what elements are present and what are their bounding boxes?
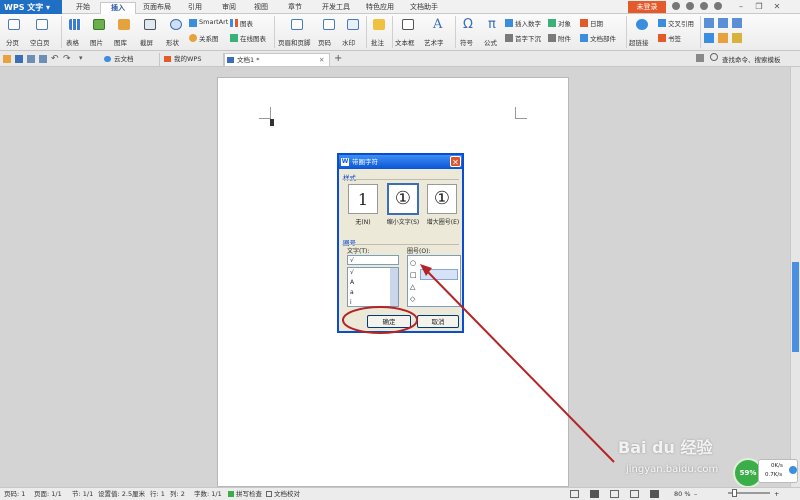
status-line: 行: 1 <box>150 490 165 498</box>
doc-proofread-button[interactable]: 文档校对 <box>274 488 300 500</box>
view-mode-icon[interactable] <box>570 490 579 498</box>
upload-speed: 0K/s <box>771 463 783 469</box>
status-setting: 设置值: 2.5厘米 <box>98 490 146 498</box>
proof-icon <box>266 491 272 497</box>
status-bar: 页码: 1 页面: 1/1 节: 1/1 设置值: 2.5厘米 行: 1 列: … <box>0 487 800 500</box>
zoom-slider-thumb[interactable] <box>732 489 737 497</box>
download-speed: 0.7K/s <box>765 472 783 478</box>
status-words: 字数: 1/1 <box>194 490 222 498</box>
status-page: 页码: 1 <box>4 490 26 498</box>
network-icon <box>789 466 797 474</box>
annotation-overlay <box>342 264 615 463</box>
spellcheck-icon <box>228 491 234 497</box>
baidu-watermark-brand: Bai du 经验 <box>618 438 713 457</box>
reading-view-icon[interactable] <box>650 490 659 498</box>
pointer-arrow <box>423 267 615 463</box>
zoom-slider[interactable] <box>728 489 770 497</box>
web-view-icon[interactable] <box>610 490 619 498</box>
net-speed-panel: 0K/s 0.7K/s <box>758 459 798 483</box>
status-pages: 页面: 1/1 <box>34 490 62 498</box>
status-section: 节: 1/1 <box>72 490 94 498</box>
page-view-icon[interactable] <box>590 490 599 498</box>
zoom-level: 80 % <box>674 490 691 498</box>
status-column: 列: 2 <box>170 490 185 498</box>
zoom-in-button[interactable]: + <box>774 488 779 500</box>
outline-view-icon[interactable] <box>630 490 639 498</box>
baidu-watermark-url: jingyan.baidu.com <box>626 464 719 475</box>
highlight-ellipse <box>342 306 418 334</box>
zoom-out-button[interactable]: – <box>694 488 697 500</box>
spell-check-toggle[interactable]: 拼写检查 <box>236 488 262 500</box>
